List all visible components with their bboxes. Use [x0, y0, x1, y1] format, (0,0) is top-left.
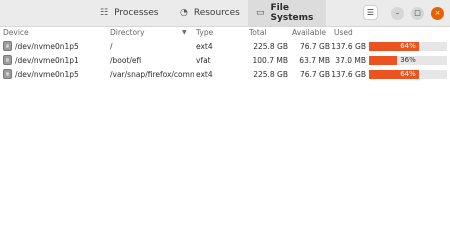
usage-bar: 36%	[369, 56, 447, 65]
tab-label: Resources	[193, 8, 240, 18]
total-cell: 225.8 GB	[253, 42, 288, 51]
tab-resources[interactable]: ◔ Resources	[172, 0, 244, 26]
total-cell: 100.7 MB	[252, 56, 288, 65]
column-header-available[interactable]: Available	[292, 28, 326, 38]
available-cell: 76.7 GB	[299, 42, 330, 51]
usage-percent-label: 64%	[400, 42, 416, 50]
usage-percent-label: 64%	[400, 70, 416, 78]
column-header-used[interactable]: Used	[334, 28, 353, 38]
maximize-button[interactable]: □	[411, 7, 424, 20]
column-header-directory[interactable]: Directory	[110, 28, 145, 38]
directory-cell: /	[110, 42, 113, 51]
tab-label: Processes	[114, 8, 159, 18]
close-icon: ×	[434, 9, 441, 17]
usage-percent-label: 36%	[400, 56, 416, 64]
tab-label: File Systems	[270, 3, 314, 23]
column-header-total[interactable]: Total	[249, 28, 267, 38]
menu-button[interactable]: ☰	[363, 5, 378, 20]
total-cell: 225.8 GB	[253, 70, 288, 79]
minimize-button[interactable]: –	[391, 7, 404, 20]
drive-icon	[3, 69, 12, 79]
type-cell: vfat	[196, 56, 211, 65]
hamburger-icon: ☰	[366, 8, 375, 17]
tab-file-systems[interactable]: ▭ File Systems	[248, 0, 326, 26]
device-cell: /dev/nvme0n1p5	[15, 70, 79, 79]
column-header-device[interactable]: Device	[3, 28, 29, 38]
gauge-icon: ◔	[180, 8, 188, 18]
drive-icon: ▭	[256, 8, 265, 18]
available-cell: 76.7 GB	[299, 70, 330, 79]
type-cell: ext4	[196, 42, 213, 51]
directory-cell: /boot/efi	[110, 56, 142, 65]
header-bar: ☷ Processes ◔ Resources ▭ File Systems ☰…	[0, 0, 450, 27]
column-header-type[interactable]: Type	[196, 28, 213, 38]
table-row[interactable]: /dev/nvme0n1p5 /var/snap/firefox/comn ex…	[0, 68, 450, 81]
sort-descending-icon: ▼	[182, 29, 187, 36]
used-cell: 137.6 GB	[331, 42, 366, 51]
available-cell: 63.7 MB	[299, 56, 330, 65]
used-cell: 137.6 GB	[331, 70, 366, 79]
usage-bar: 64%	[369, 70, 447, 79]
table-row[interactable]: /dev/nvme0n1p5 / ext4 225.8 GB 76.7 GB 1…	[0, 40, 450, 53]
drive-icon	[3, 41, 12, 51]
list-icon: ☷	[100, 8, 109, 18]
device-cell: /dev/nvme0n1p1	[15, 56, 79, 65]
usage-bar: 64%	[369, 42, 447, 51]
device-cell: /dev/nvme0n1p5	[15, 42, 79, 51]
table-row[interactable]: /dev/nvme0n1p1 /boot/efi vfat 100.7 MB 6…	[0, 54, 450, 67]
maximize-icon: □	[414, 9, 421, 17]
directory-cell: /var/snap/firefox/comn	[110, 70, 194, 79]
used-cell: 37.0 MB	[335, 56, 366, 65]
tab-processes[interactable]: ☷ Processes	[92, 0, 164, 26]
drive-icon	[3, 55, 12, 65]
type-cell: ext4	[196, 70, 213, 79]
close-button[interactable]: ×	[431, 7, 444, 20]
minimize-icon: –	[395, 9, 400, 17]
